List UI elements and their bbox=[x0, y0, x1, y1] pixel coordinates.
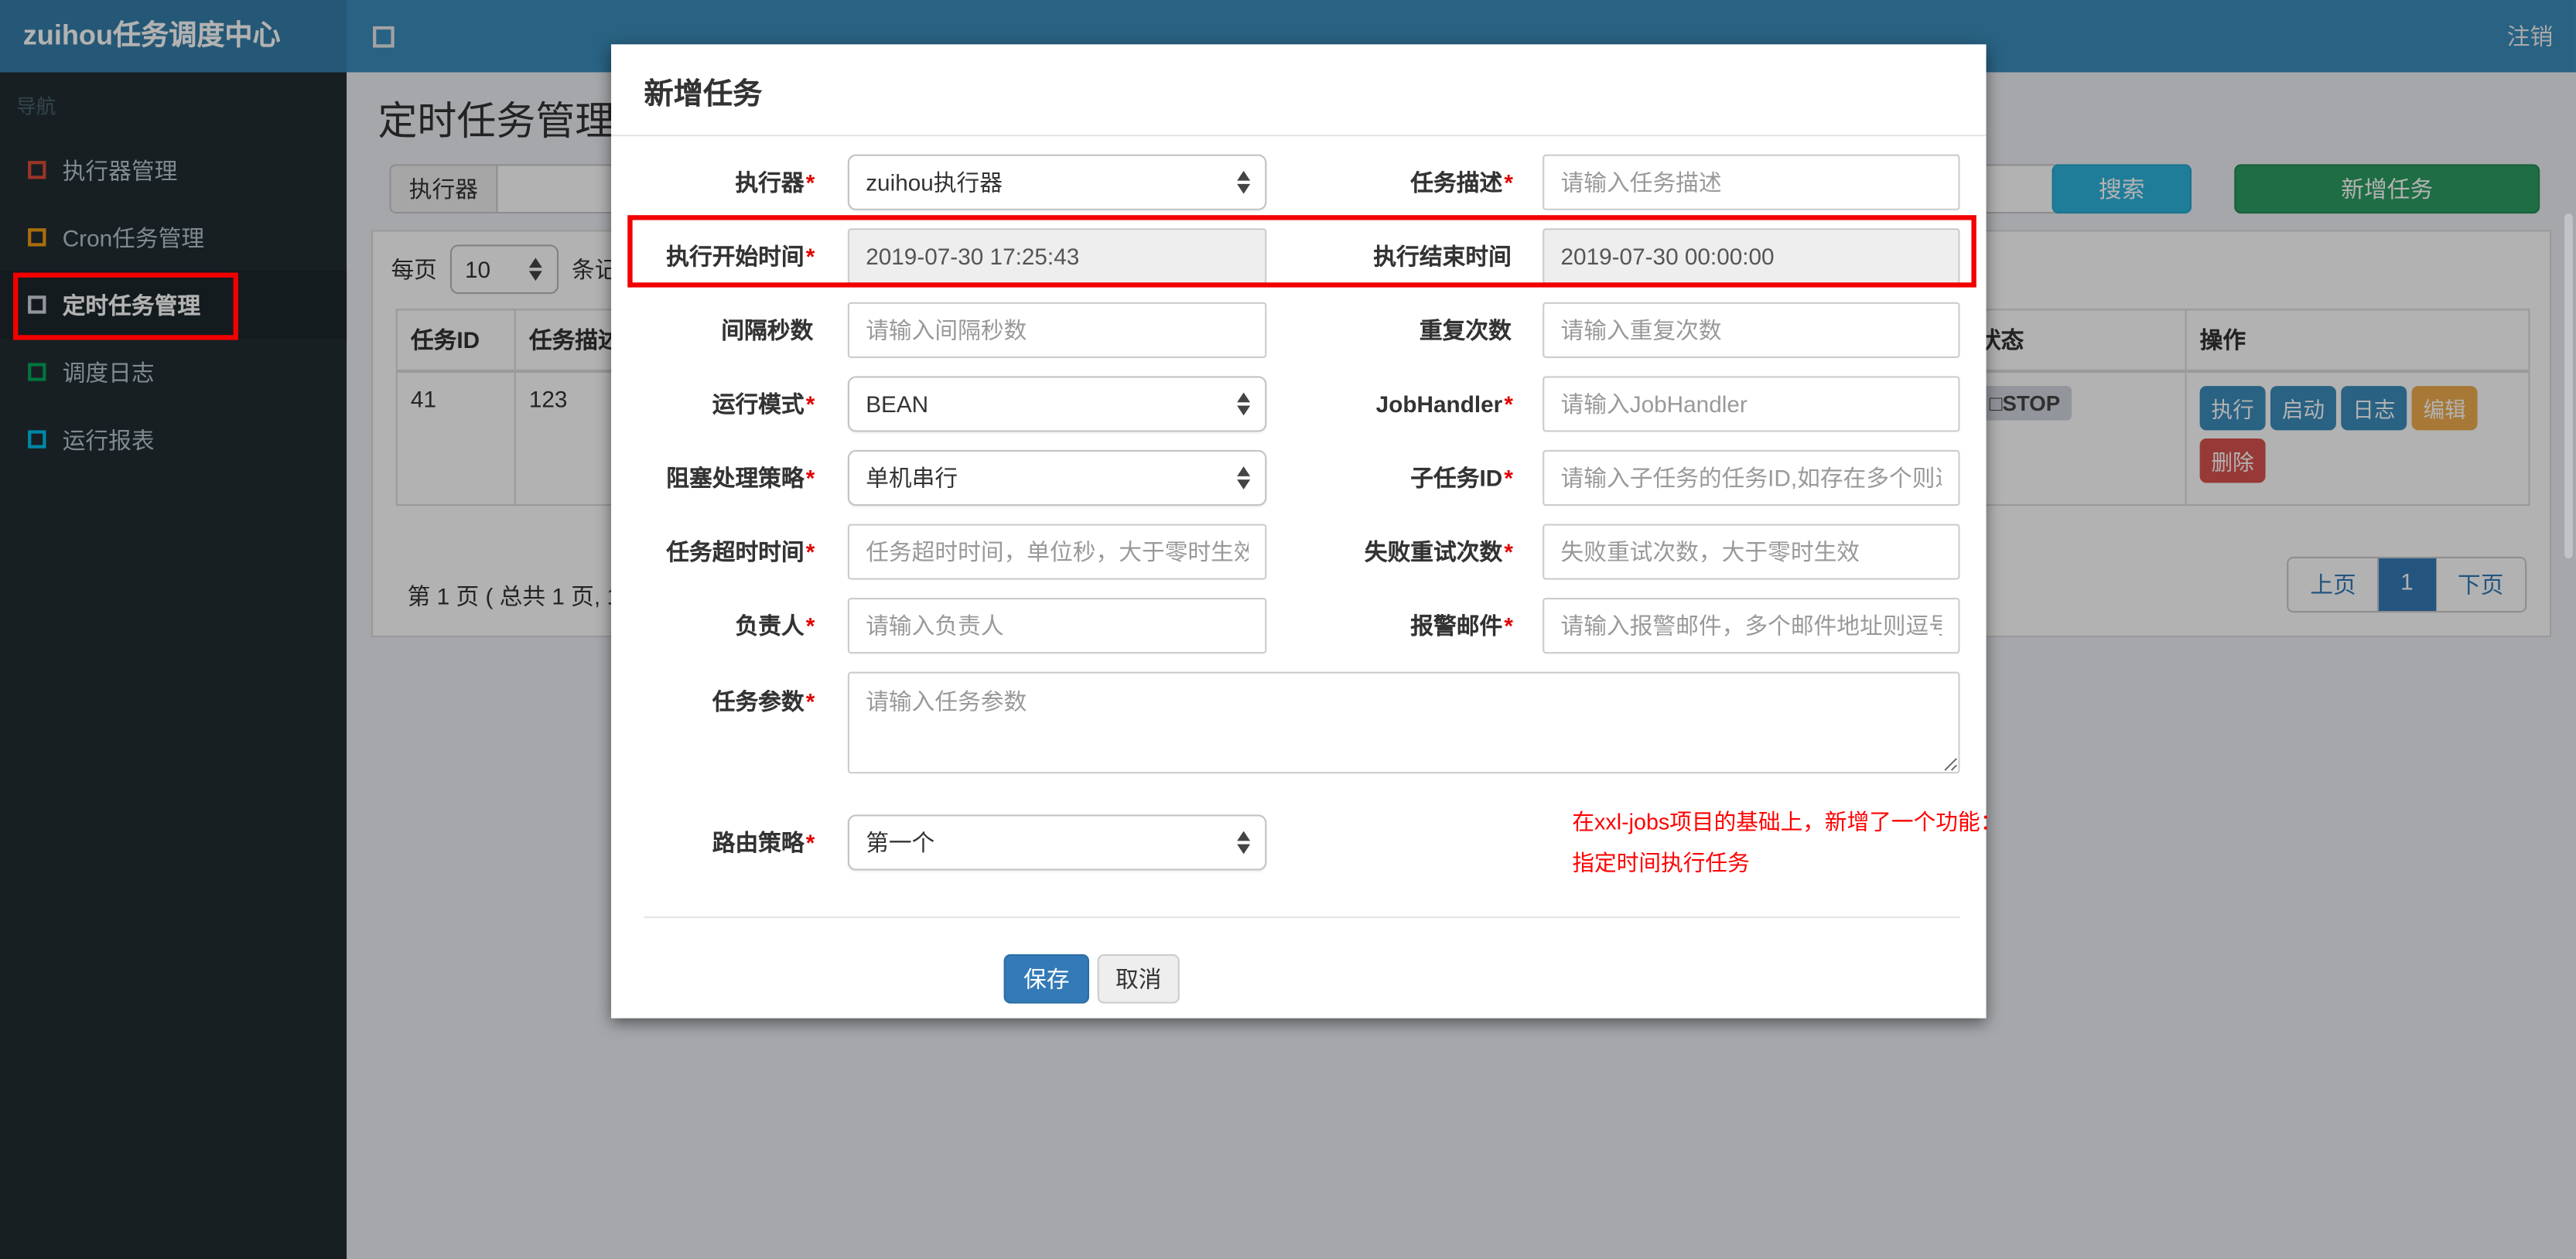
feature-note-line2: 指定时间执行任务 bbox=[1572, 851, 1750, 875]
end-time-label: 执行结束时间 bbox=[1373, 243, 1512, 270]
app-root: zuihou任务调度中心 注销 导航 执行器管理 Cron任务管理 定时任务管理… bbox=[0, 0, 2576, 1259]
cancel-button[interactable]: 取消 bbox=[1097, 954, 1180, 1004]
executor-label: 执行器 * bbox=[735, 169, 815, 196]
modal-body: 执行器* zuihou执行器 任务描述* 执行开始时间* 执行结束时间 间隔秒数… bbox=[611, 136, 2002, 1004]
fail-retry-input[interactable] bbox=[1543, 524, 1960, 580]
alarm-email-label: 报警邮件 * bbox=[1410, 612, 1513, 640]
feature-note-line1: 在xxl-jobs项目的基础上，新增了一个功能： bbox=[1572, 809, 2003, 834]
timeout-input[interactable] bbox=[847, 524, 1267, 580]
timeout-label: 任务超时时间 * bbox=[666, 538, 815, 565]
scrollbar-thumb[interactable] bbox=[2564, 213, 2573, 559]
save-button[interactable]: 保存 bbox=[1003, 954, 1090, 1004]
child-job-id-input[interactable] bbox=[1543, 449, 1960, 507]
job-param-textarea[interactable] bbox=[847, 671, 1960, 774]
start-time-label: 执行开始时间 * bbox=[666, 243, 815, 270]
add-task-modal: 新增任务 执行器* zuihou执行器 任务描述* 执行开始时间* 执行结束时间… bbox=[611, 44, 2002, 1018]
repeat-count-label: 重复次数 bbox=[1419, 316, 1512, 343]
block-strategy-label: 阻塞处理策略 * bbox=[666, 465, 815, 491]
interval-input[interactable] bbox=[847, 302, 1267, 358]
repeat-count-input[interactable] bbox=[1543, 302, 1960, 358]
feature-note: 在xxl-jobs项目的基础上，新增了一个功能： 指定时间执行任务 bbox=[1572, 801, 2015, 883]
interval-label: 间隔秒数 bbox=[721, 316, 814, 343]
select-arrow-icon bbox=[1235, 465, 1252, 491]
child-job-id-label: 子任务ID * bbox=[1410, 465, 1513, 491]
select-arrow-icon bbox=[1235, 169, 1252, 196]
run-mode-select[interactable]: BEAN bbox=[847, 376, 1267, 432]
task-desc-label: 任务描述 * bbox=[1410, 169, 1513, 196]
route-strategy-select[interactable]: 第一个 bbox=[847, 814, 1267, 871]
executor-select[interactable]: zuihou执行器 bbox=[847, 154, 1267, 210]
task-desc-input[interactable] bbox=[1543, 154, 1960, 210]
job-handler-label: JobHandler * bbox=[1375, 391, 1513, 418]
block-strategy-select[interactable]: 单机串行 bbox=[847, 449, 1267, 507]
modal-header: 新增任务 bbox=[611, 44, 1987, 137]
select-arrow-icon bbox=[1235, 391, 1252, 417]
job-param-label: 任务参数 * bbox=[712, 688, 815, 715]
route-strategy-label: 路由策略 * bbox=[712, 829, 815, 856]
fail-retry-label: 失败重试次数 * bbox=[1364, 538, 1513, 565]
job-handler-input[interactable] bbox=[1543, 376, 1960, 432]
alarm-email-input[interactable] bbox=[1543, 598, 1960, 654]
end-time-input[interactable] bbox=[1543, 228, 1960, 285]
modal-footer: 保存 取消 bbox=[644, 918, 1959, 1004]
select-arrow-icon bbox=[1235, 829, 1252, 855]
modal-title: 新增任务 bbox=[644, 77, 763, 111]
owner-input[interactable] bbox=[847, 598, 1267, 654]
run-mode-label: 运行模式 * bbox=[712, 391, 815, 418]
start-time-input[interactable] bbox=[847, 228, 1267, 285]
owner-label: 负责人 * bbox=[735, 612, 815, 640]
